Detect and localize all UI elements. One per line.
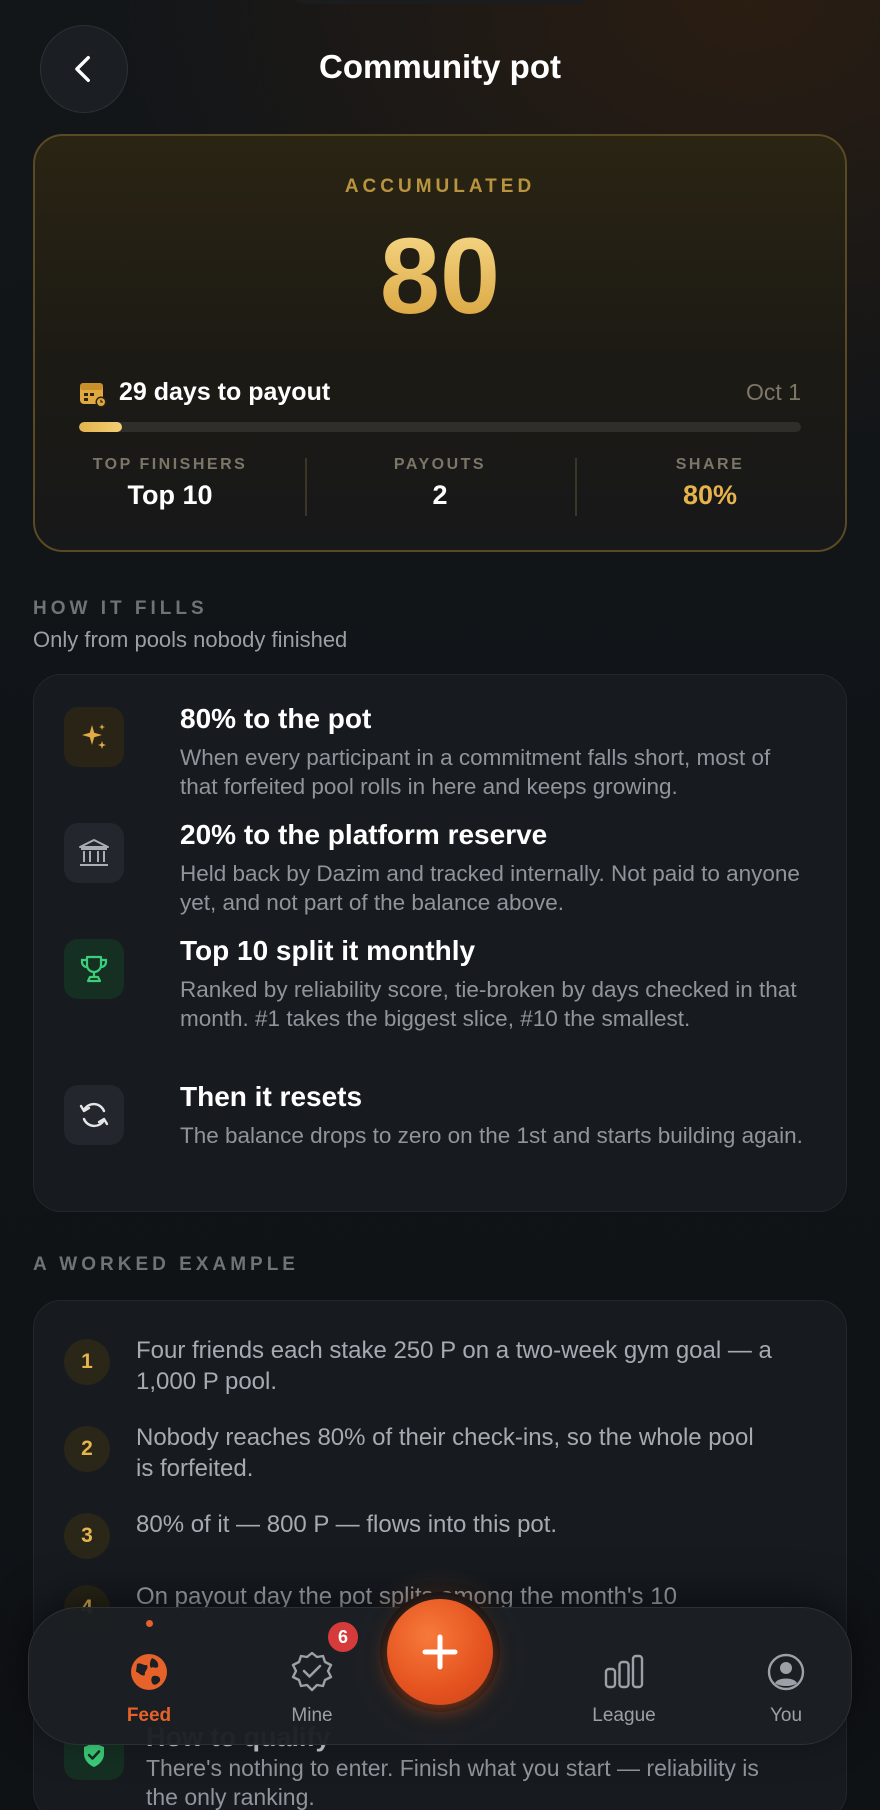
- bar-chart-icon: [604, 1654, 644, 1689]
- fill-title: Top 10 split it monthly: [180, 935, 476, 966]
- stat-payouts: PAYOUTS 2: [305, 456, 575, 520]
- step-text: 80% of it — 800 P — flows into this pot.: [136, 1511, 558, 1538]
- nav-item-you[interactable]: You: [726, 1608, 846, 1746]
- pot-amount: 80: [35, 222, 845, 330]
- fill-desc: Held back by Dazim and tracked internall…: [180, 861, 800, 915]
- calendar-icon: [80, 383, 107, 408]
- nav-label: League: [592, 1705, 656, 1726]
- plus-icon: [422, 1634, 458, 1670]
- stat-label: TOP FINISHERS: [92, 456, 248, 473]
- fill-desc: The balance drops to zero on the 1st and…: [180, 1123, 803, 1148]
- stat-value: 2: [432, 480, 448, 510]
- globe-icon: [131, 1654, 167, 1690]
- stat-share: SHARE 80%: [575, 456, 845, 520]
- create-button[interactable]: [380, 1592, 500, 1712]
- nav-item-league[interactable]: League: [564, 1608, 684, 1746]
- pot-label: ACCUMULATED: [344, 176, 536, 197]
- fill-title: 20% to the platform reserve: [180, 819, 548, 850]
- stat-label: SHARE: [675, 456, 745, 473]
- nav-label: Mine: [291, 1705, 333, 1726]
- bank-icon: [64, 823, 124, 883]
- mine-notification-badge: 6: [325, 1619, 361, 1655]
- worked-example-heading: A WORKED EXAMPLE: [33, 1254, 299, 1275]
- fill-desc: Ranked by reliability score, tie-broken …: [180, 977, 797, 1031]
- qualify-text: There's nothing to enter. Finish what yo…: [146, 1755, 759, 1810]
- step-number: 2: [64, 1426, 110, 1472]
- how-it-fills-heading: HOW IT FILLS: [33, 598, 208, 619]
- how-it-fills-card: 80% to the pot When every participant in…: [33, 674, 847, 1212]
- create-button-inner: [387, 1599, 493, 1705]
- fill-desc: When every participant in a commitment f…: [180, 745, 771, 799]
- stat-top-finishers: TOP FINISHERS Top 10: [35, 456, 305, 520]
- refresh-icon: [64, 1085, 124, 1145]
- nav-label: You: [769, 1705, 803, 1726]
- pot-card: ACCUMULATED 80 29 days to payout Oct 1 T…: [33, 134, 847, 552]
- pot-stats: TOP FINISHERS Top 10 PAYOUTS 2 SHARE 80%: [35, 456, 845, 520]
- trophy-icon: [64, 939, 124, 999]
- stat-value: 80%: [682, 480, 738, 510]
- sparkle-icon: [64, 707, 124, 767]
- page-title: Community pot: [319, 48, 561, 85]
- nav-item-feed[interactable]: Feed: [89, 1608, 209, 1746]
- payout-progress-fill: [79, 422, 123, 432]
- step-text: Nobody reaches 80% of their check-ins, s…: [136, 1424, 754, 1482]
- user-circle-icon: [767, 1653, 805, 1691]
- stat-value: Top 10: [127, 480, 213, 510]
- step-text: Four friends each stake 250 P on a two-w…: [136, 1337, 772, 1395]
- verified-badge-icon: [291, 1651, 333, 1692]
- payout-progress-bar: [79, 422, 801, 432]
- payout-row: 29 days to payout Oct 1: [79, 376, 801, 412]
- payout-date: Oct 1: [746, 379, 801, 405]
- fill-title: 80% to the pot: [180, 703, 372, 734]
- step-number: 3: [64, 1513, 110, 1559]
- fill-title: Then it resets: [180, 1081, 363, 1112]
- step-number: 1: [64, 1339, 110, 1385]
- device-notch: [290, 0, 590, 4]
- stat-label: PAYOUTS: [393, 456, 487, 473]
- how-it-fills-subheading: Only from pools nobody finished: [33, 627, 348, 652]
- active-indicator: [146, 1620, 153, 1627]
- days-to-payout: 29 days to payout: [119, 378, 331, 406]
- nav-label: Feed: [126, 1705, 172, 1726]
